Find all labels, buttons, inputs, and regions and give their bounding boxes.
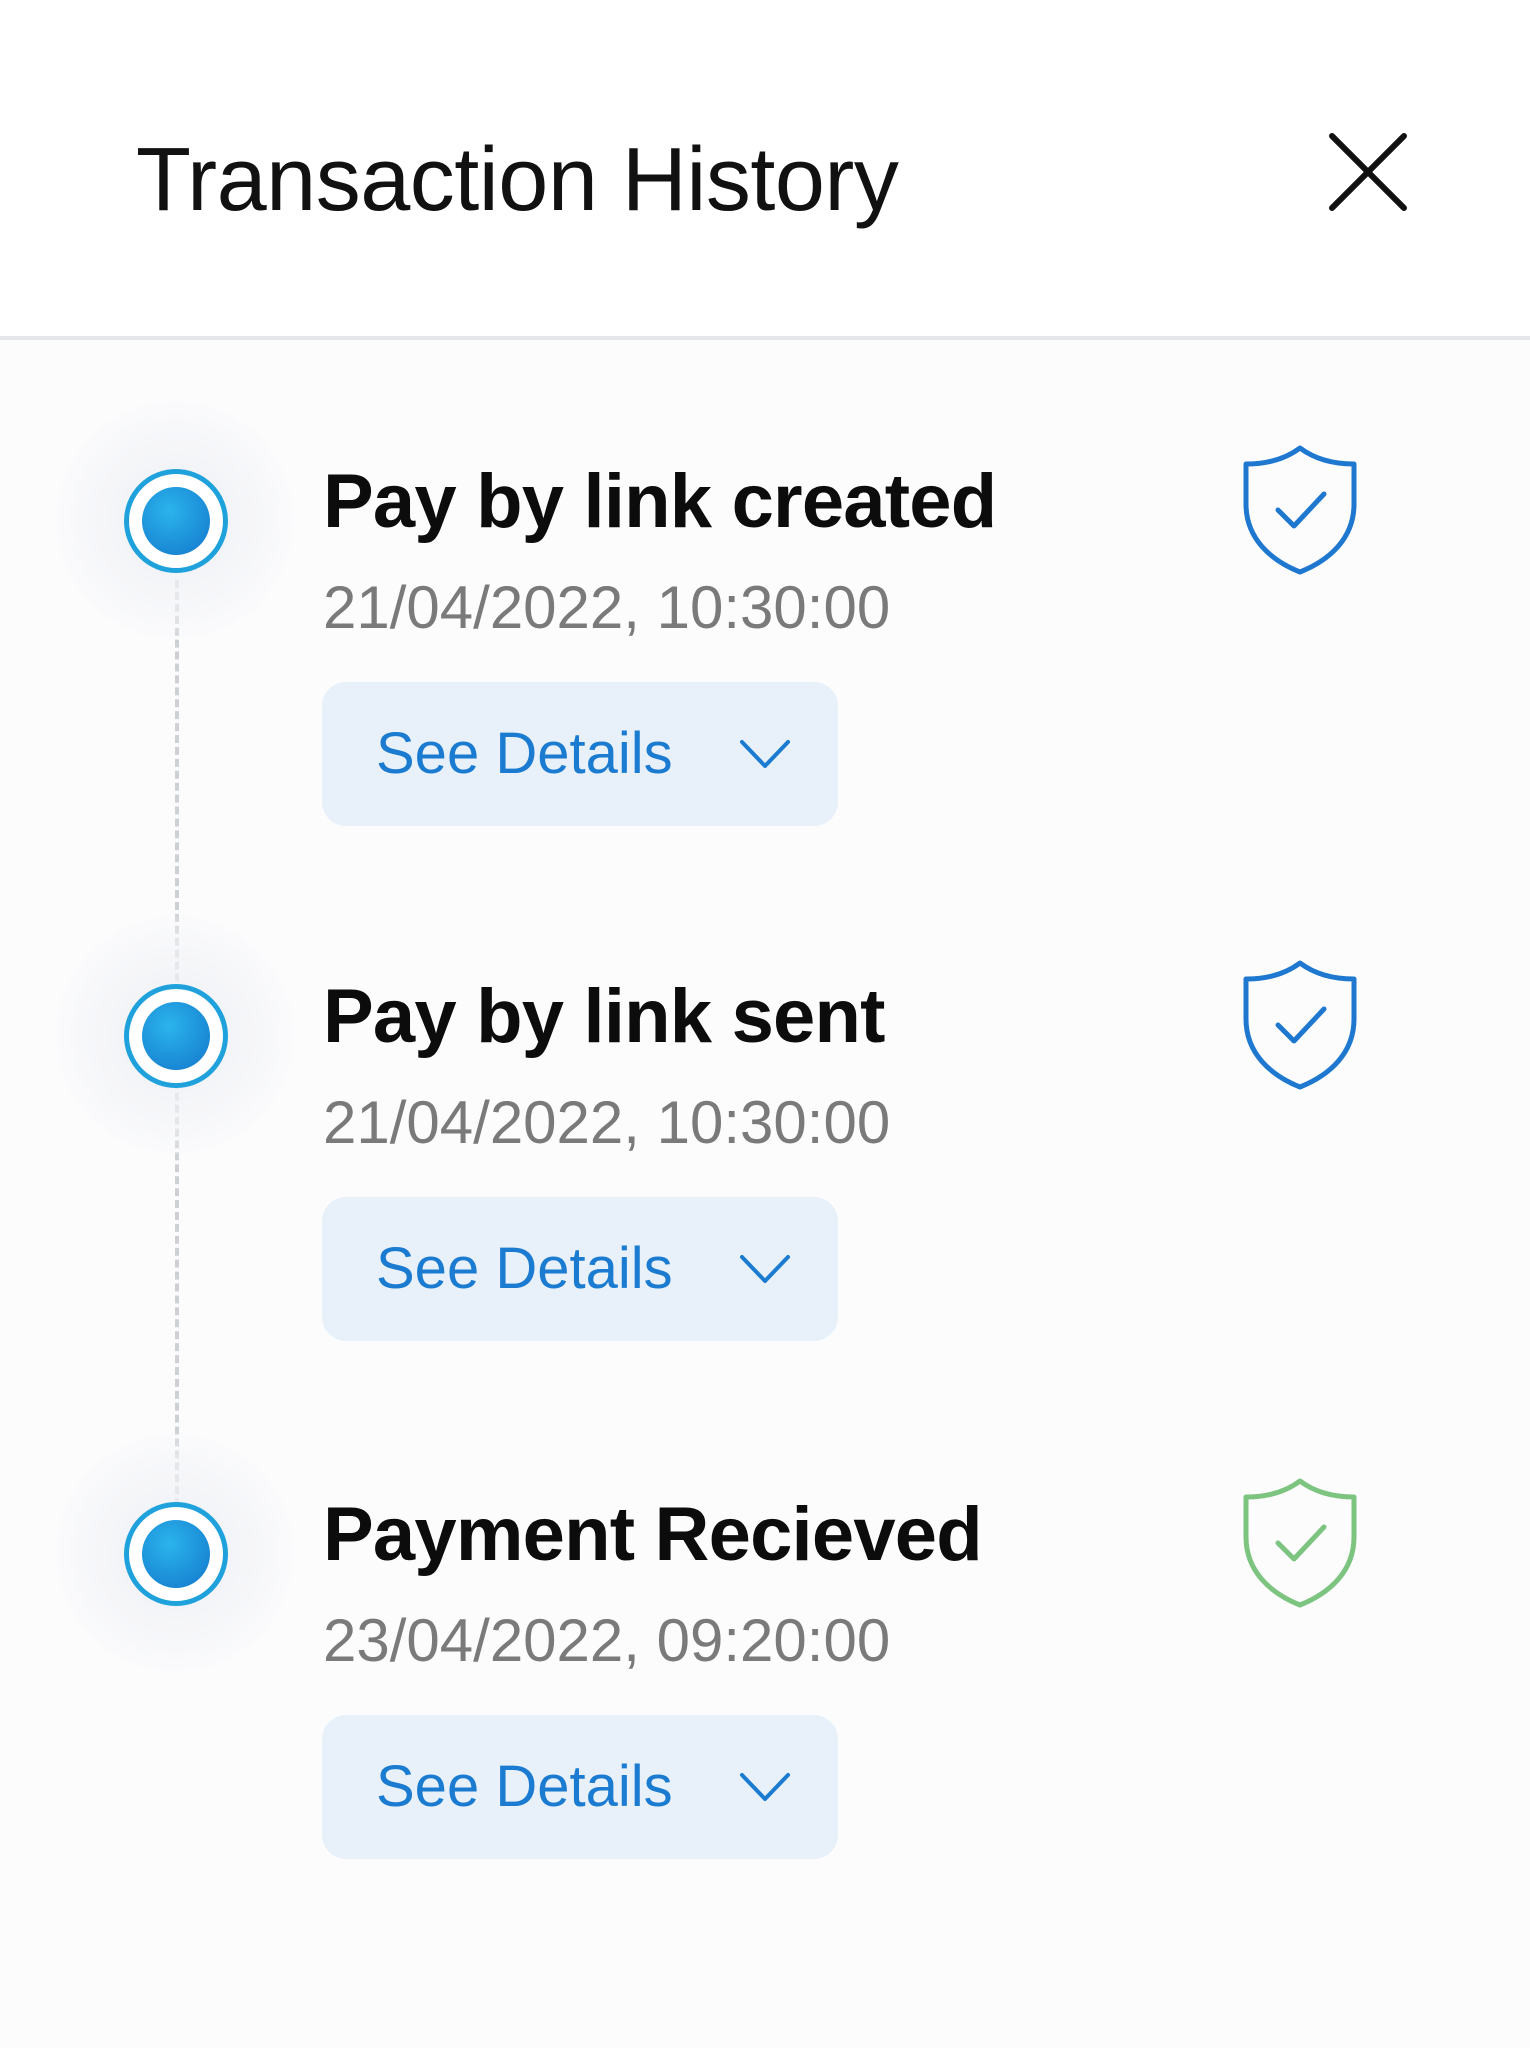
event-timestamp: 23/04/2022, 09:20:00 [323,1607,891,1674]
close-icon [1329,133,1407,211]
event-title: Payment Recieved [323,1492,983,1577]
panel-header: Transaction History [0,0,1530,340]
page-title: Transaction History [136,130,899,230]
shield-check-icon [1238,1475,1362,1611]
chevron-down-icon [738,734,792,774]
timeline-event: Pay by link created 21/04/2022, 10:30:00… [0,400,1530,826]
see-details-label: See Details [376,1236,673,1301]
chevron-down-icon [738,1767,792,1807]
shield-check-icon [1238,442,1362,578]
see-details-label: See Details [376,1754,673,1819]
close-button[interactable] [1318,122,1418,222]
timeline-event: Pay by link sent 21/04/2022, 10:30:00 Se… [0,915,1530,1341]
shield-check-icon [1238,957,1362,1093]
event-title: Pay by link sent [323,974,885,1059]
see-details-label: See Details [376,721,673,786]
timeline-dot [124,1502,228,1606]
transaction-history-panel: Transaction History Pay by link created … [0,0,1530,2048]
timeline-event: Payment Recieved 23/04/2022, 09:20:00 Se… [0,1433,1530,1859]
timeline-dot [124,984,228,1088]
chevron-down-icon [738,1249,792,1289]
see-details-button[interactable]: See Details [322,1715,838,1859]
event-title: Pay by link created [323,459,997,544]
see-details-button[interactable]: See Details [322,1197,838,1341]
timeline-dot [124,469,228,573]
event-timestamp: 21/04/2022, 10:30:00 [323,1089,891,1156]
see-details-button[interactable]: See Details [322,682,838,826]
event-timestamp: 21/04/2022, 10:30:00 [323,574,891,641]
